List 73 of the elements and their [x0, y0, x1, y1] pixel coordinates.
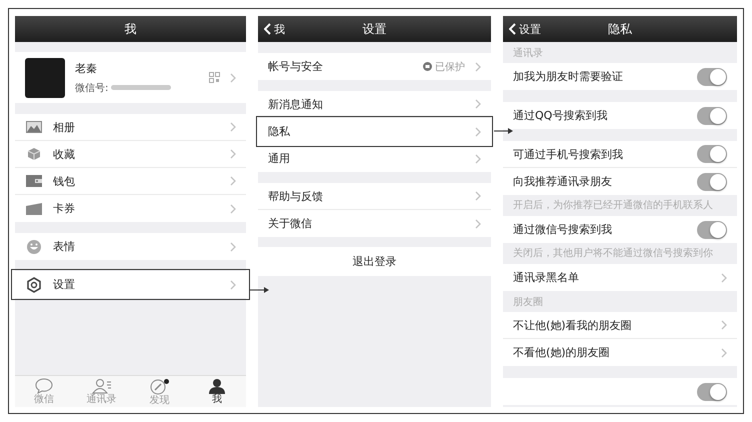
chevron-icon [475, 99, 481, 109]
toggle-switch[interactable] [697, 172, 727, 190]
toggle-switch[interactable] [697, 382, 727, 400]
chevron-icon [721, 320, 727, 330]
menu-item[interactable]: 卡券 [15, 195, 246, 222]
back-button[interactable]: 设置 [509, 22, 608, 36]
settings-item[interactable]: 不让他(她)看我的朋友圈 [503, 312, 737, 339]
chevron-icon [475, 218, 481, 228]
profile-card[interactable]: 老秦 微信号: [15, 52, 246, 103]
section-header: 通讯录 [512, 46, 544, 61]
callout-arrow [250, 286, 270, 294]
settings-item[interactable]: 帐号与安全 已保护 [258, 53, 491, 80]
cube-icon [27, 147, 41, 161]
toggle-switch[interactable] [697, 68, 727, 86]
gear-icon [26, 276, 42, 292]
settings-item[interactable]: 隐私 [256, 116, 493, 147]
settings-item[interactable]: 帮助与反馈 [258, 183, 491, 210]
person-icon[interactable] [208, 378, 226, 394]
menu-item[interactable]: 设置 [11, 269, 250, 300]
smiley-icon [27, 240, 41, 254]
chevron-icon [475, 191, 481, 201]
chevron-icon [230, 72, 236, 82]
chevron-icon [475, 154, 481, 164]
status-text: 已保护 [423, 60, 465, 74]
chat-bubble-icon[interactable] [34, 378, 53, 394]
chevron-icon [230, 176, 236, 186]
wallet-icon [26, 175, 42, 187]
card-icon [26, 202, 42, 214]
setting-label: 可通过手机号搜索到我 [513, 146, 624, 162]
chevron-icon [230, 242, 236, 252]
photo-placeholder [25, 58, 65, 98]
settings-item[interactable]: 关于微信 [258, 210, 491, 237]
chevron-icon [475, 62, 481, 72]
menu-item[interactable]: 钱包 [15, 168, 246, 195]
qr-code-icon [209, 72, 220, 83]
chevron-icon [230, 149, 236, 159]
chevron-icon [230, 280, 236, 290]
back-icon [509, 23, 516, 35]
back-button[interactable]: 我 [264, 22, 362, 36]
menu-item[interactable]: 相册 [15, 114, 246, 141]
tab-bar-item[interactable]: 我 [188, 376, 246, 407]
setting-label: 向我推荐通讯录朋友 [513, 174, 613, 189]
id-label: 微信号: [75, 82, 108, 94]
picture-icon [26, 121, 42, 133]
redacted-block [111, 85, 172, 90]
hint-text: 开启后，为你推荐已经开通微信的手机联系人 [512, 198, 714, 213]
screen-title: 我 [124, 20, 136, 38]
settings-item[interactable]: 新消息通知 [258, 91, 491, 118]
user-name: 老秦 [75, 60, 98, 76]
logout-button[interactable]: 退出登录 [258, 247, 491, 276]
contacts-icon[interactable] [92, 378, 112, 394]
chevron-icon [230, 204, 236, 214]
chevron-icon [475, 126, 481, 136]
settings-item[interactable]: 不看他(她)的朋友圈 [503, 339, 737, 366]
menu-item[interactable]: 收藏 [15, 141, 246, 168]
chevron-icon [230, 122, 236, 132]
setting-label: 通过QQ号搜索到我 [513, 108, 608, 123]
setting-label: 通过微信号搜索到我 [513, 222, 613, 237]
settings-item[interactable]: 通用 [258, 145, 491, 172]
back-icon [264, 23, 271, 35]
toggle-switch[interactable] [697, 220, 727, 238]
menu-item[interactable]: 表情 [15, 233, 246, 260]
chevron-icon [721, 348, 727, 358]
chevron-icon [721, 272, 727, 282]
hint-text: 关闭后，其他用户将不能通过微信号搜索到你 [512, 246, 714, 261]
screen-title: 设置 [362, 20, 386, 38]
settings-item[interactable]: 通讯录黑名单 [503, 264, 737, 291]
setting-label: 加我为朋友时需要验证 [513, 69, 624, 84]
section-header: 朋友圈 [512, 296, 544, 310]
callout-arrow [494, 127, 514, 135]
toggle-switch[interactable] [697, 145, 727, 163]
toggle-switch[interactable] [697, 106, 727, 124]
screen-title: 隐私 [608, 20, 632, 38]
